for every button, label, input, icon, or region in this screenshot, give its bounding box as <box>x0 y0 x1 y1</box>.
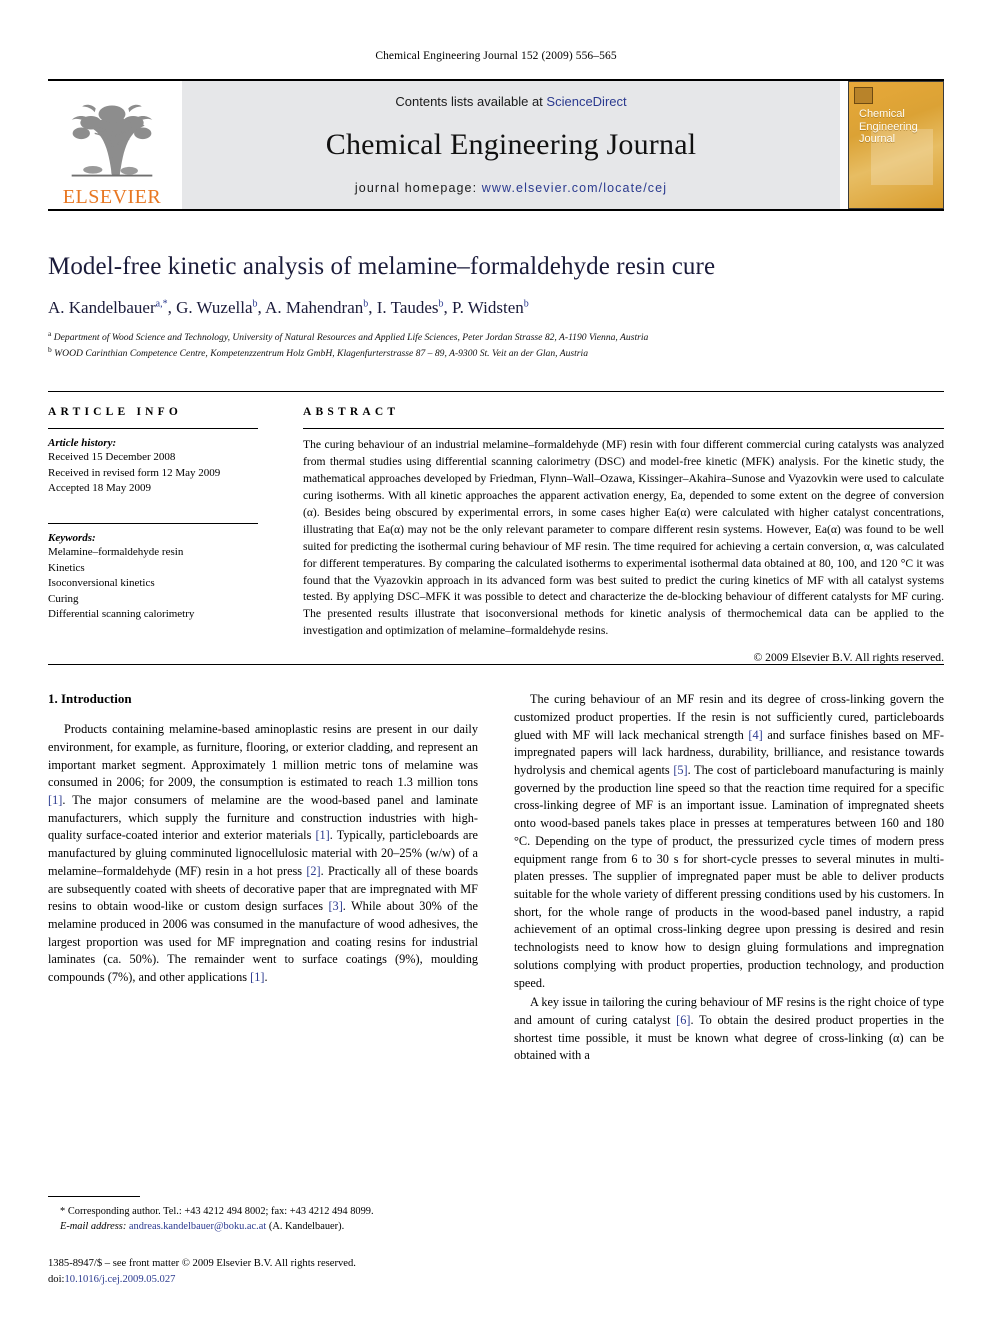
keyword-item: Differential scanning calorimetry <box>48 608 195 621</box>
cover-badge-icon <box>854 87 873 104</box>
author-affil-marker: b <box>438 298 444 310</box>
author-affil-marker: a,* <box>155 298 168 310</box>
author-affil-marker: b <box>252 298 258 310</box>
corresponding-author-text: Corresponding author. Tel.: +43 4212 494… <box>67 1206 374 1218</box>
cover-title-line-1: Chemical <box>859 108 905 120</box>
citation-ref[interactable]: [1] <box>48 793 62 807</box>
abstract-rule <box>303 428 944 430</box>
citation-ref[interactable]: [3] <box>328 899 342 913</box>
article-info-heading: ARTICLE INFO <box>48 406 183 419</box>
masthead-bottom-rule <box>48 209 944 211</box>
elsevier-wordmark: ELSEVIER <box>62 186 162 208</box>
paragraph-text: . The cost of particleboard manufacturin… <box>514 763 944 990</box>
abstract-heading: ABSTRACT <box>303 406 400 419</box>
citation-ref[interactable]: [1] <box>315 828 329 842</box>
homepage-url-link[interactable]: www.elsevier.com/locate/cej <box>482 181 667 195</box>
paragraph-text: Products containing melamine-based amino… <box>48 722 478 790</box>
homepage-label: journal homepage: <box>354 181 478 195</box>
journal-title: Chemical Engineering Journal <box>325 128 697 161</box>
email-link[interactable]: andreas.kandelbauer@boku.ac.at <box>129 1221 266 1232</box>
paragraph: A key issue in tailoring the curing beha… <box>514 994 944 1065</box>
issn-copyright-block: 1385-8947/$ – see front matter © 2009 El… <box>48 1256 478 1287</box>
affiliations: a Department of Wood Science and Technol… <box>48 329 944 361</box>
elsevier-tree-icon <box>71 104 153 177</box>
affiliation-b-text: WOOD Carinthian Competence Centre, Kompe… <box>54 348 589 360</box>
affiliation-a-text: Department of Wood Science and Technolog… <box>53 332 649 344</box>
journal-article-page: Chemical Engineering Journal 152 (2009) … <box>0 0 992 1323</box>
body-column-left: 1. Introduction Products containing mela… <box>48 691 478 1067</box>
body-column-right: The curing behaviour of an MF resin and … <box>514 691 944 1067</box>
keyword-item: Kinetics <box>48 561 85 574</box>
sciencedirect-banner: Contents lists available at ScienceDirec… <box>182 81 840 209</box>
keywords-label: Keywords: <box>48 532 96 545</box>
history-item: Received in revised form 12 May 2009 <box>48 466 221 479</box>
cover-title: Chemical Engineering Journal <box>859 108 918 146</box>
cover-title-line-2: Engineering <box>859 120 918 133</box>
article-title: Model-free kinetic analysis of melamine–… <box>48 253 716 280</box>
journal-masthead: ELSEVIER Contents lists available at Sci… <box>48 79 944 209</box>
email-label: E-mail address: <box>60 1221 127 1233</box>
paragraph: The curing behaviour of an MF resin and … <box>514 691 944 992</box>
article-info-rule <box>48 428 258 430</box>
paragraph-text: . <box>264 970 268 985</box>
section-heading-introduction: 1. Introduction <box>48 691 132 707</box>
keyword-item: Curing <box>48 592 79 605</box>
footnote-area: * Corresponding author. Tel.: +43 4212 4… <box>48 1196 478 1287</box>
title-block: Model-free kinetic analysis of melamine–… <box>48 253 944 361</box>
citation-ref[interactable]: [4] <box>748 728 762 742</box>
article-info-column: ARTICLE INFO Article history: Received 1… <box>48 392 280 664</box>
email-suffix: (A. Kandelbauer). <box>268 1221 345 1233</box>
footnote-rule <box>48 1196 140 1198</box>
email-note: E-mail address: andreas.kandelbauer@boku… <box>48 1219 478 1234</box>
author-affil-marker: b <box>363 298 369 310</box>
journal-homepage-line: journal homepage: www.elsevier.com/locat… <box>355 181 667 195</box>
issn-line: 1385-8947/$ – see front matter © 2009 El… <box>48 1258 356 1270</box>
info-abstract-bottom-rule <box>48 664 944 666</box>
citation-ref[interactable]: [1] <box>250 970 264 984</box>
citation-ref[interactable]: [5] <box>673 763 687 777</box>
author-list: A. Kandelbauera,*, G. Wuzellab, A. Mahen… <box>48 298 529 317</box>
history-item: Received 15 December 2008 <box>48 451 176 464</box>
keyword-item: Melamine–formaldehyde resin <box>48 546 184 559</box>
author-affil-marker: b <box>523 298 529 310</box>
corresponding-marker: * <box>60 1206 66 1218</box>
abstract-column: ABSTRACT The curing behaviour of an indu… <box>280 392 944 664</box>
contents-available-line: Contents lists available at ScienceDirec… <box>395 94 626 109</box>
doi-link[interactable]: 10.1016/j.cej.2009.05.027 <box>64 1274 175 1285</box>
doi-line: doi:10.1016/j.cej.2009.05.027 <box>48 1272 478 1287</box>
affiliation-a: a Department of Wood Science and Technol… <box>48 329 649 344</box>
paragraph: Products containing melamine-based amino… <box>48 721 478 987</box>
elsevier-logo: ELSEVIER <box>48 81 176 209</box>
doi-label: doi: <box>48 1273 65 1285</box>
abstract-text: The curing behaviour of an industrial me… <box>303 438 944 638</box>
citation-ref[interactable]: [2] <box>306 864 320 878</box>
contents-prefix: Contents lists available at <box>395 94 543 109</box>
citation-ref[interactable]: [6] <box>676 1013 690 1027</box>
cover-title-line-3: Journal <box>859 133 896 146</box>
running-head: Chemical Engineering Journal 152 (2009) … <box>375 50 617 62</box>
article-history-label: Article history: <box>48 437 117 450</box>
keywords-rule <box>48 523 258 525</box>
sciencedirect-link[interactable]: ScienceDirect <box>546 94 626 109</box>
info-abstract-section: ARTICLE INFO Article history: Received 1… <box>48 391 944 664</box>
history-item: Accepted 18 May 2009 <box>48 482 151 495</box>
corresponding-author-note: * Corresponding author. Tel.: +43 4212 4… <box>48 1204 478 1219</box>
journal-cover-thumbnail: Chemical Engineering Journal <box>848 81 944 209</box>
body-columns: 1. Introduction Products containing mela… <box>48 691 944 1067</box>
keyword-item: Isoconversional kinetics <box>48 577 155 590</box>
affiliation-b: b WOOD Carinthian Competence Centre, Kom… <box>48 345 589 360</box>
abstract-copyright: © 2009 Elsevier B.V. All rights reserved… <box>753 651 944 665</box>
